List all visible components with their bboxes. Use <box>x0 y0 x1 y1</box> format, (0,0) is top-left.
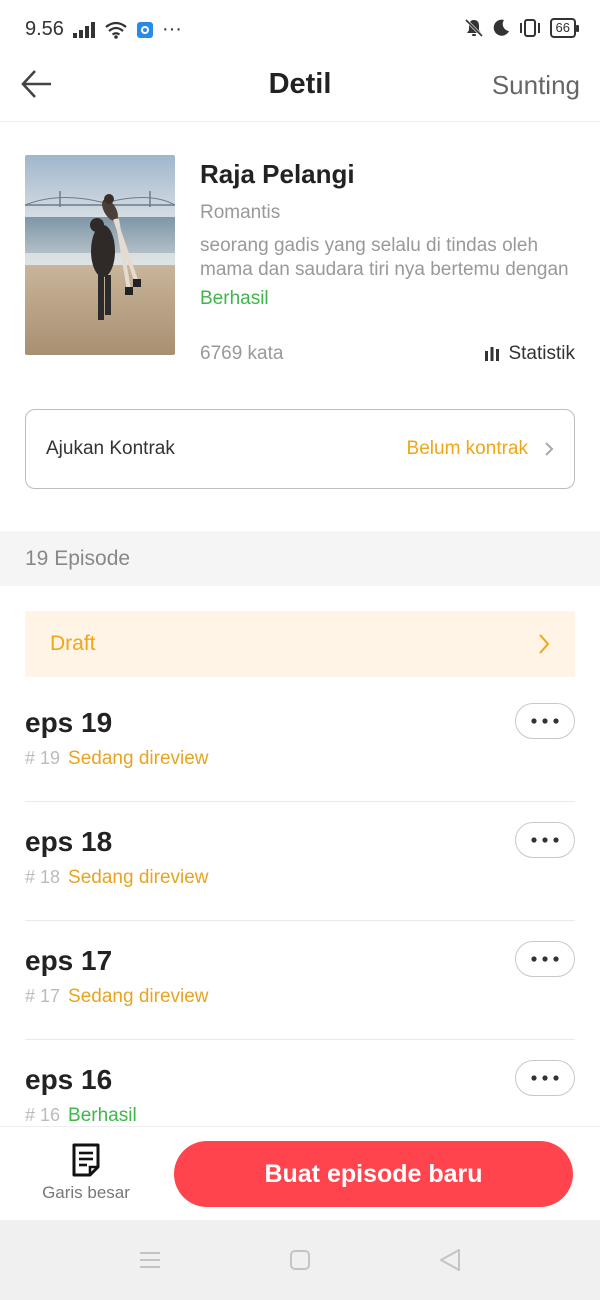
episode-more-button[interactable] <box>515 703 575 739</box>
moon-icon <box>492 19 510 37</box>
chevron-right-icon <box>545 442 554 456</box>
statistics-button[interactable]: Statistik <box>484 343 575 365</box>
more-horizontal-icon <box>531 1075 559 1081</box>
more-horizontal-icon <box>531 718 559 724</box>
home-nav-button[interactable] <box>280 1240 320 1280</box>
draft-row[interactable]: Draft <box>25 611 575 677</box>
outline-button[interactable]: Garis besar <box>30 1143 142 1203</box>
episode-number: # 17 <box>25 986 61 1006</box>
contract-card[interactable]: Ajukan Kontrak Belum kontrak <box>25 409 575 489</box>
book-description: seorang gadis yang selalu di tindas oleh… <box>200 235 569 280</box>
statistics-label: Statistik <box>508 343 575 364</box>
edit-button[interactable]: Sunting <box>492 70 580 101</box>
back-triangle-icon <box>440 1249 460 1271</box>
book-summary: Raja Pelangi Romantis seorang gadis yang… <box>25 155 575 370</box>
episode-status: Sedang direview <box>68 748 209 769</box>
status-time: 9.56 <box>25 18 64 40</box>
book-genre: Romantis <box>200 202 281 223</box>
episode-row[interactable]: eps 19 # 19 Sedang direview <box>25 683 575 802</box>
app-header: Detil Sunting <box>0 60 600 122</box>
episode-number: # 18 <box>25 867 61 887</box>
episode-more-button[interactable] <box>515 941 575 977</box>
episode-status: Berhasil <box>68 1105 137 1126</box>
episode-row[interactable]: eps 17 # 17 Sedang direview <box>25 921 575 1040</box>
episode-row[interactable]: eps 18 # 18 Sedang direview <box>25 802 575 921</box>
episode-title: eps 17 <box>25 945 113 976</box>
menu-icon <box>140 1252 160 1268</box>
wifi-icon <box>104 21 128 39</box>
word-count: 6769 kata <box>200 343 284 364</box>
book-cover-image[interactable] <box>25 155 175 355</box>
contract-label: Ajukan Kontrak <box>46 438 175 459</box>
draft-label: Draft <box>50 632 96 655</box>
more-dots-icon: ··· <box>161 18 182 40</box>
bell-off-icon <box>464 18 484 38</box>
contract-status: Belum kontrak <box>406 438 528 459</box>
create-episode-button[interactable]: Buat episode baru <box>174 1141 573 1207</box>
episode-title: eps 16 <box>25 1064 113 1095</box>
book-status: Berhasil <box>200 288 269 309</box>
book-title: Raja Pelangi <box>200 159 355 189</box>
system-nav-bar <box>0 1220 600 1300</box>
vibrate-icon <box>518 18 542 38</box>
app-notification-icon <box>136 21 154 39</box>
status-bar: 9.56 ··· 66 <box>0 0 600 60</box>
menu-nav-button[interactable] <box>130 1240 170 1280</box>
episode-more-button[interactable] <box>515 1060 575 1096</box>
bar-chart-icon <box>485 347 500 361</box>
episode-more-button[interactable] <box>515 822 575 858</box>
episode-title: eps 19 <box>25 707 113 738</box>
document-list-icon <box>72 1143 100 1177</box>
back-nav-button[interactable] <box>430 1240 470 1280</box>
more-horizontal-icon <box>531 956 559 962</box>
bottom-action-bar: Garis besar Buat episode baru <box>0 1126 600 1220</box>
episode-number: # 19 <box>25 748 61 768</box>
episode-status: Sedang direview <box>68 986 209 1007</box>
episode-list: eps 19 # 19 Sedang direview eps 18 # 18 … <box>25 683 575 1126</box>
episode-count-header: 19 Episode <box>0 531 600 586</box>
episode-number: # 16 <box>25 1105 61 1125</box>
signal-icon <box>72 21 96 38</box>
home-square-icon <box>290 1250 310 1270</box>
battery-icon: 66 <box>549 18 580 38</box>
outline-label: Garis besar <box>42 1183 130 1202</box>
chevron-right-icon <box>539 634 550 654</box>
more-horizontal-icon <box>531 837 559 843</box>
episode-row[interactable]: eps 16 # 16 Berhasil <box>25 1040 575 1126</box>
episode-title: eps 18 <box>25 826 113 857</box>
episode-status: Sedang direview <box>68 867 209 888</box>
